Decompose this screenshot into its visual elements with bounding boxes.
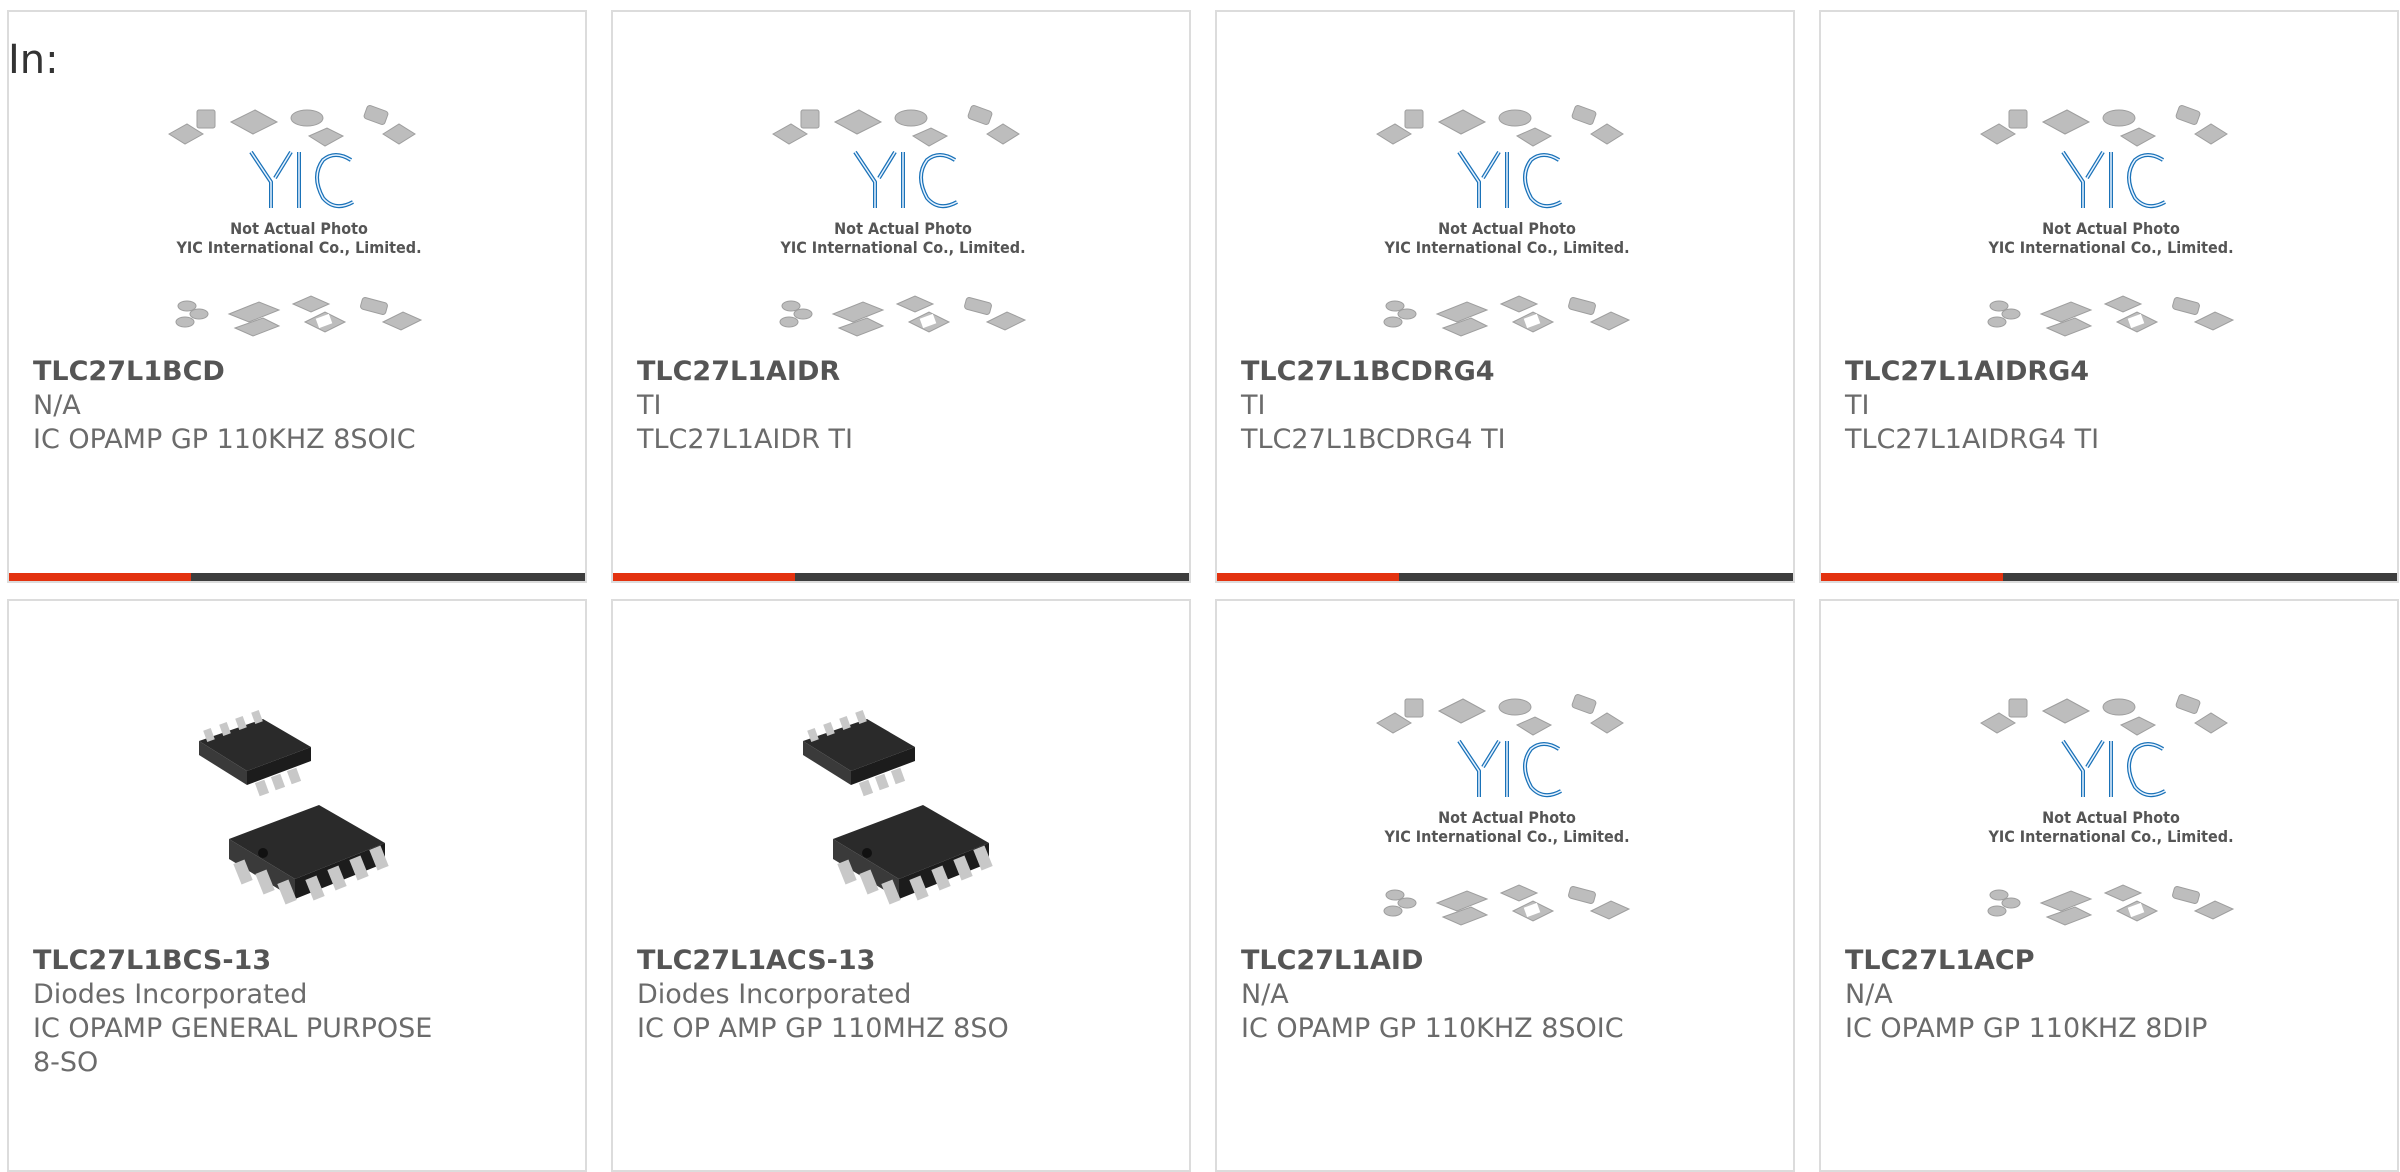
placeholder-line1: Not Actual Photo <box>1438 219 1576 238</box>
description: IC OPAMP GP 110KHZ 8DIP <box>1845 1013 2208 1044</box>
product-card[interactable]: TLC27L1BCS-13 Diodes Incorporated IC OPA… <box>7 599 587 1172</box>
placeholder-line1: Not Actual Photo <box>2042 808 2180 827</box>
placeholder-line1: Not Actual Photo <box>1438 808 1576 827</box>
card-accent-bar <box>613 573 1189 581</box>
placeholder-line1: Not Actual Photo <box>230 219 368 238</box>
part-number[interactable]: TLC27L1AIDR <box>637 355 1165 389</box>
product-image[interactable]: Not Actual Photo YIC International Co., … <box>1971 100 2251 360</box>
product-image[interactable]: Not Actual Photo YIC International Co., … <box>763 100 1043 360</box>
placeholder-line2: YIC International Co., Limited. <box>1987 827 2233 846</box>
product-card[interactable]: Not Actual Photo YIC International Co., … <box>7 10 587 583</box>
placeholder-line2: YIC International Co., Limited. <box>175 238 421 257</box>
description: IC OPAMP GP 110KHZ 8SOIC <box>1241 1013 1624 1044</box>
card-accent-bar <box>1217 573 1793 581</box>
soic8-chip-icon <box>199 709 389 905</box>
product-grid: Not Actual Photo YIC International Co., … <box>7 10 2399 1172</box>
product-info: TLC27L1BCD N/A IC OPAMP GP 110KHZ 8SOIC <box>33 355 561 457</box>
placeholder-line1: Not Actual Photo <box>2042 219 2180 238</box>
product-image[interactable]: Not Actual Photo YIC International Co., … <box>1971 689 2251 949</box>
placeholder-line2: YIC International Co., Limited. <box>1987 238 2233 257</box>
manufacturer: Diodes Incorporated <box>637 979 912 1010</box>
card-accent-bar-highlight <box>613 573 795 581</box>
chip-large <box>229 805 389 905</box>
description: TLC27L1BCDRG4 TI <box>1241 424 1506 455</box>
card-accent-bar <box>9 573 585 581</box>
product-info: TLC27L1AID N/A IC OPAMP GP 110KHZ 8SOIC <box>1241 944 1769 1046</box>
product-card[interactable]: Not Actual Photo YIC International Co., … <box>611 10 1191 583</box>
description: TLC27L1AIDR TI <box>637 424 853 455</box>
placeholder-line2: YIC International Co., Limited. <box>1383 827 1629 846</box>
placeholder-image-icon: Not Actual Photo YIC International Co., … <box>772 105 1027 337</box>
placeholder-line2: YIC International Co., Limited. <box>1383 238 1629 257</box>
manufacturer: N/A <box>33 390 81 421</box>
part-number[interactable]: TLC27L1BCS-13 <box>33 944 561 978</box>
placeholder-image-icon: Not Actual Photo YIC International Co., … <box>1376 694 1631 926</box>
product-card[interactable]: Not Actual Photo YIC International Co., … <box>1819 599 2399 1172</box>
part-number[interactable]: TLC27L1BCDRG4 <box>1241 355 1769 389</box>
product-info: TLC27L1BCS-13 Diodes Incorporated IC OPA… <box>33 944 561 1080</box>
product-image[interactable] <box>763 689 1043 949</box>
description: TLC27L1AIDRG4 TI <box>1845 424 2100 455</box>
chip-large <box>833 805 993 905</box>
product-info: TLC27L1AIDRG4 TI TLC27L1AIDRG4 TI <box>1845 355 2373 457</box>
part-number[interactable]: TLC27L1AID <box>1241 944 1769 978</box>
part-number[interactable]: TLC27L1AIDRG4 <box>1845 355 2373 389</box>
placeholder-image-icon: Not Actual Photo YIC International Co., … <box>1980 105 2235 337</box>
part-number[interactable]: TLC27L1ACS-13 <box>637 944 1165 978</box>
placeholder-line1: Not Actual Photo <box>834 219 972 238</box>
manufacturer: Diodes Incorporated <box>33 979 308 1010</box>
card-accent-bar-highlight <box>9 573 191 581</box>
product-image[interactable]: Not Actual Photo YIC International Co., … <box>1367 689 1647 949</box>
card-accent-bar <box>1821 573 2397 581</box>
manufacturer: TI <box>1241 390 1266 421</box>
card-accent-bar-highlight <box>1217 573 1399 581</box>
manufacturer: TI <box>637 390 662 421</box>
placeholder-image-icon: Not Actual Photo YIC International Co., … <box>1980 694 2235 926</box>
product-card[interactable]: TLC27L1ACS-13 Diodes Incorporated IC OP … <box>611 599 1191 1172</box>
manufacturer: N/A <box>1241 979 1289 1010</box>
part-number[interactable]: TLC27L1BCD <box>33 355 561 389</box>
product-image[interactable]: Not Actual Photo YIC International Co., … <box>159 100 439 360</box>
manufacturer: N/A <box>1845 979 1893 1010</box>
chip-small <box>803 709 915 797</box>
product-info: TLC27L1ACP N/A IC OPAMP GP 110KHZ 8DIP <box>1845 944 2373 1046</box>
product-info: TLC27L1AIDR TI TLC27L1AIDR TI <box>637 355 1165 457</box>
part-number[interactable]: TLC27L1ACP <box>1845 944 2373 978</box>
manufacturer: TI <box>1845 390 1870 421</box>
product-info: TLC27L1BCDRG4 TI TLC27L1BCDRG4 TI <box>1241 355 1769 457</box>
description: IC OPAMP GP 110KHZ 8SOIC <box>33 424 416 455</box>
description: IC OPAMP GENERAL PURPOSE 8-SO <box>33 1013 433 1078</box>
soic8-chip-icon <box>803 709 993 905</box>
placeholder-image-icon: Not Actual Photo YIC International Co., … <box>168 105 423 337</box>
product-card[interactable]: Not Actual Photo YIC International Co., … <box>1215 599 1795 1172</box>
chip-small <box>199 709 311 797</box>
product-image[interactable] <box>159 689 439 949</box>
placeholder-line2: YIC International Co., Limited. <box>779 238 1025 257</box>
product-info: TLC27L1ACS-13 Diodes Incorporated IC OP … <box>637 944 1165 1046</box>
description: IC OP AMP GP 110MHZ 8SO <box>637 1013 1009 1044</box>
placeholder-image-icon: Not Actual Photo YIC International Co., … <box>1376 105 1631 337</box>
product-card[interactable]: Not Actual Photo YIC International Co., … <box>1215 10 1795 583</box>
card-accent-bar-highlight <box>1821 573 2003 581</box>
product-card[interactable]: Not Actual Photo YIC International Co., … <box>1819 10 2399 583</box>
product-image[interactable]: Not Actual Photo YIC International Co., … <box>1367 100 1647 360</box>
in-label: In: <box>8 37 59 83</box>
